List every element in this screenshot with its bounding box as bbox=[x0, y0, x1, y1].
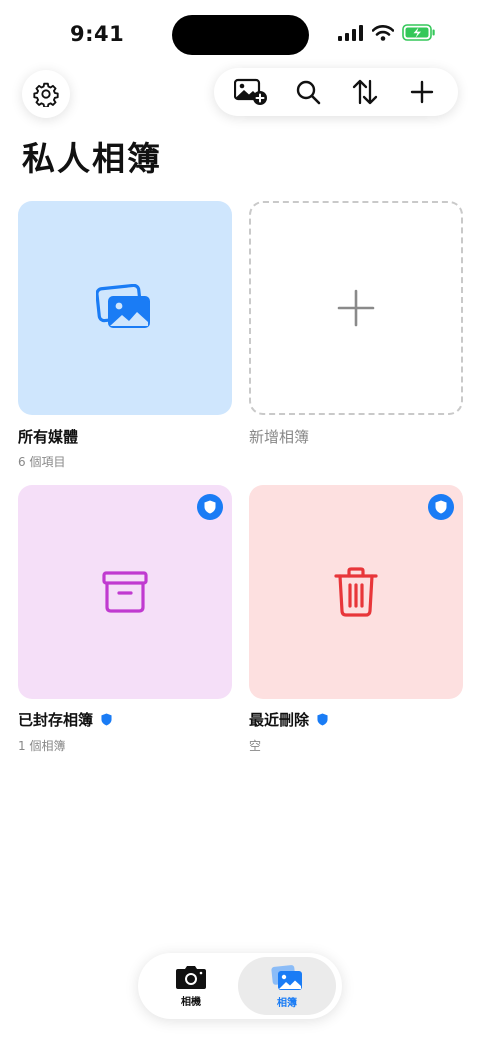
tab-albums-label: 相簿 bbox=[277, 997, 297, 1009]
album-name-archived: 已封存相簿 bbox=[18, 709, 112, 730]
trash-icon bbox=[334, 567, 378, 617]
shield-badge bbox=[428, 494, 454, 520]
shield-icon bbox=[435, 500, 447, 514]
album-count-recently-deleted: 空 bbox=[249, 739, 262, 753]
photos-icon bbox=[271, 964, 302, 990]
shield-icon bbox=[101, 713, 112, 726]
status-time: 9:41 bbox=[70, 22, 125, 46]
tab-camera[interactable]: 相機 bbox=[142, 957, 240, 1015]
top-toolbar bbox=[214, 68, 458, 116]
sort-button[interactable] bbox=[343, 70, 387, 114]
camera-icon bbox=[176, 966, 206, 989]
tab-bar: 相機 相簿 bbox=[138, 953, 342, 1019]
album-name-recently-deleted: 最近刪除 bbox=[249, 709, 328, 730]
page-title: 私人相簿 bbox=[22, 139, 162, 178]
archive-box-icon bbox=[102, 571, 148, 613]
album-name-all-media: 所有媒體 bbox=[18, 428, 79, 446]
album-tile-recently-deleted[interactable] bbox=[249, 485, 463, 699]
cellular-signal-icon bbox=[338, 24, 363, 41]
wifi-icon bbox=[372, 24, 394, 41]
album-tile-all-media[interactable] bbox=[18, 201, 232, 415]
photos-stack-icon bbox=[96, 284, 150, 328]
album-name-new: 新增相簿 bbox=[249, 428, 310, 446]
album-count-archived: 1 個相簿 bbox=[18, 739, 66, 753]
battery-charging-icon bbox=[402, 24, 435, 41]
shield-icon bbox=[317, 713, 328, 726]
sort-arrows-icon bbox=[352, 79, 377, 105]
gear-icon bbox=[33, 82, 59, 107]
status-bar: 9:41 bbox=[0, 0, 480, 70]
add-photo-button[interactable] bbox=[229, 70, 273, 114]
add-button[interactable] bbox=[400, 70, 444, 114]
tab-albums[interactable]: 相簿 bbox=[238, 957, 336, 1015]
dynamic-island bbox=[172, 15, 309, 55]
new-album-tile[interactable] bbox=[249, 201, 463, 415]
album-count-all-media: 6 個項目 bbox=[18, 455, 66, 469]
settings-button[interactable] bbox=[22, 70, 70, 118]
shield-badge bbox=[197, 494, 223, 520]
add-photo-icon bbox=[233, 78, 267, 105]
search-icon bbox=[296, 80, 320, 105]
search-button[interactable] bbox=[286, 70, 330, 114]
plus-icon bbox=[337, 289, 375, 327]
status-icons bbox=[338, 24, 436, 41]
shield-icon bbox=[204, 500, 216, 514]
tab-camera-label: 相機 bbox=[181, 997, 201, 1008]
album-tile-archived[interactable] bbox=[18, 485, 232, 699]
plus-icon bbox=[410, 80, 433, 104]
